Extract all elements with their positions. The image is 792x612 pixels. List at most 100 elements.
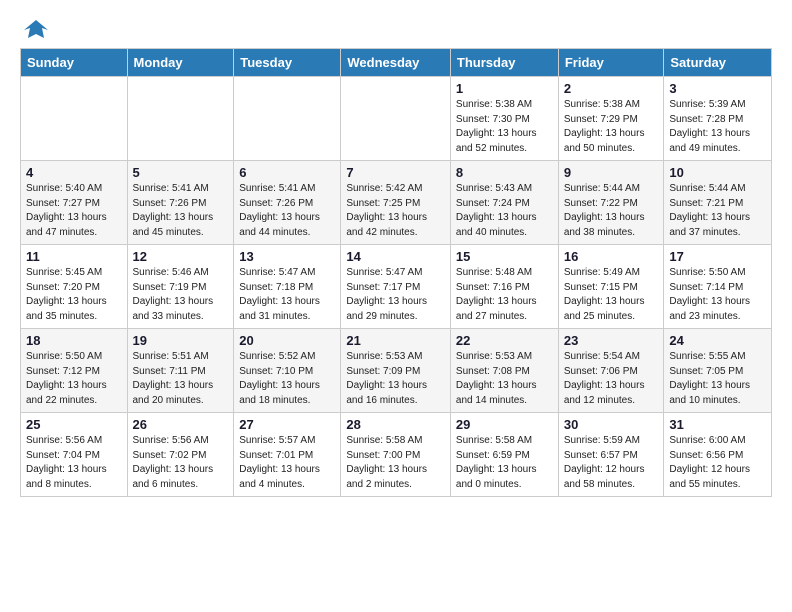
calendar-cell: 27Sunrise: 5:57 AMSunset: 7:01 PMDayligh…	[234, 413, 341, 497]
calendar-cell: 1 Sunrise: 5:38 AMSunset: 7:30 PMDaylight…	[450, 77, 558, 161]
day-number: 19	[133, 333, 229, 348]
calendar-header-row: SundayMondayTuesdayWednesdayThursdayFrid…	[21, 49, 772, 77]
day-info: Sunrise: 5:55 AMSunset: 7:05 PMDaylight:…	[669, 350, 766, 408]
day-info: Sunrise: 5:50 AMSunset: 7:12 PMDaylight:…	[26, 350, 122, 408]
day-info: Sunrise: 5:53 AMSunset: 7:09 PMDaylight:…	[346, 350, 445, 408]
day-info: Sunrise: 5:38 AMSunset: 7:30 PMDaylight:…	[456, 98, 553, 156]
calendar-cell: 15Sunrise: 5:48 AMSunset: 7:16 PMDayligh…	[450, 245, 558, 329]
day-info: Sunrise: 5:45 AMSunset: 7:20 PMDaylight:…	[26, 266, 122, 324]
day-number: 3	[669, 81, 766, 96]
day-number: 15	[456, 249, 553, 264]
calendar-cell: 29 Sunrise: 5:58 AMSunset: 6:59 PMDayligh…	[450, 413, 558, 497]
calendar-cell: 21 Sunrise: 5:53 AMSunset: 7:09 PMDayligh…	[341, 329, 451, 413]
day-number: 7	[346, 165, 445, 180]
calendar-cell: 17 Sunrise: 5:50 AMSunset: 7:14 PMDayligh…	[664, 245, 772, 329]
day-number: 23	[564, 333, 659, 348]
logo	[20, 16, 50, 40]
calendar-cell: 2 Sunrise: 5:38 AMSunset: 7:29 PMDaylight…	[558, 77, 664, 161]
day-info: Sunrise: 5:39 AMSunset: 7:28 PMDaylight:…	[669, 98, 766, 156]
calendar-cell: 14 Sunrise: 5:47 AMSunset: 7:17 PMDayligh…	[341, 245, 451, 329]
calendar-header-saturday: Saturday	[664, 49, 772, 77]
calendar-cell: 25Sunrise: 5:56 AMSunset: 7:04 PMDayligh…	[21, 413, 128, 497]
day-info: Sunrise: 5:57 AMSunset: 7:01 PMDaylight:…	[239, 434, 335, 492]
day-info: Sunrise: 5:41 AMSunset: 7:26 PMDaylight:…	[239, 182, 335, 240]
day-number: 4	[26, 165, 122, 180]
day-number: 2	[564, 81, 659, 96]
day-info: Sunrise: 5:44 AMSunset: 7:22 PMDaylight:…	[564, 182, 659, 240]
day-info: Sunrise: 5:44 AMSunset: 7:21 PMDaylight:…	[669, 182, 766, 240]
calendar-cell: 8 Sunrise: 5:43 AMSunset: 7:24 PMDaylight…	[450, 161, 558, 245]
day-info: Sunrise: 5:46 AMSunset: 7:19 PMDaylight:…	[133, 266, 229, 324]
day-info: Sunrise: 5:47 AMSunset: 7:17 PMDaylight:…	[346, 266, 445, 324]
day-info: Sunrise: 5:50 AMSunset: 7:14 PMDaylight:…	[669, 266, 766, 324]
day-number: 11	[26, 249, 122, 264]
calendar-cell: 20 Sunrise: 5:52 AMSunset: 7:10 PMDayligh…	[234, 329, 341, 413]
day-number: 20	[239, 333, 335, 348]
calendar-cell: 24Sunrise: 5:55 AMSunset: 7:05 PMDayligh…	[664, 329, 772, 413]
day-number: 25	[26, 417, 122, 432]
day-number: 31	[669, 417, 766, 432]
calendar-header-thursday: Thursday	[450, 49, 558, 77]
day-number: 17	[669, 249, 766, 264]
calendar-cell: 9 Sunrise: 5:44 AMSunset: 7:22 PMDaylight…	[558, 161, 664, 245]
calendar-cell: 5 Sunrise: 5:41 AMSunset: 7:26 PMDaylight…	[127, 161, 234, 245]
calendar-week-4: 18 Sunrise: 5:50 AMSunset: 7:12 PMDayligh…	[21, 329, 772, 413]
calendar-cell	[234, 77, 341, 161]
calendar-cell: 7 Sunrise: 5:42 AMSunset: 7:25 PMDaylight…	[341, 161, 451, 245]
calendar-cell: 10 Sunrise: 5:44 AMSunset: 7:21 PMDayligh…	[664, 161, 772, 245]
calendar-cell	[21, 77, 128, 161]
day-number: 13	[239, 249, 335, 264]
day-number: 26	[133, 417, 229, 432]
calendar-cell: 22 Sunrise: 5:53 AMSunset: 7:08 PMDayligh…	[450, 329, 558, 413]
calendar-week-5: 25Sunrise: 5:56 AMSunset: 7:04 PMDayligh…	[21, 413, 772, 497]
day-number: 30	[564, 417, 659, 432]
day-info: Sunrise: 5:42 AMSunset: 7:25 PMDaylight:…	[346, 182, 445, 240]
calendar-week-2: 4 Sunrise: 5:40 AMSunset: 7:27 PMDaylight…	[21, 161, 772, 245]
day-info: Sunrise: 5:59 AMSunset: 6:57 PMDaylight:…	[564, 434, 659, 492]
calendar-week-3: 11 Sunrise: 5:45 AMSunset: 7:20 PMDayligh…	[21, 245, 772, 329]
calendar-week-1: 1 Sunrise: 5:38 AMSunset: 7:30 PMDaylight…	[21, 77, 772, 161]
day-info: Sunrise: 5:53 AMSunset: 7:08 PMDaylight:…	[456, 350, 553, 408]
calendar-cell	[341, 77, 451, 161]
calendar-cell: 30 Sunrise: 5:59 AMSunset: 6:57 PMDayligh…	[558, 413, 664, 497]
calendar-cell: 19Sunrise: 5:51 AMSunset: 7:11 PMDayligh…	[127, 329, 234, 413]
calendar-cell: 11 Sunrise: 5:45 AMSunset: 7:20 PMDayligh…	[21, 245, 128, 329]
day-number: 1	[456, 81, 553, 96]
day-number: 5	[133, 165, 229, 180]
day-number: 6	[239, 165, 335, 180]
calendar-cell: 6 Sunrise: 5:41 AMSunset: 7:26 PMDaylight…	[234, 161, 341, 245]
day-number: 28	[346, 417, 445, 432]
day-info: Sunrise: 5:43 AMSunset: 7:24 PMDaylight:…	[456, 182, 553, 240]
calendar-cell: 4 Sunrise: 5:40 AMSunset: 7:27 PMDaylight…	[21, 161, 128, 245]
calendar-cell: 18 Sunrise: 5:50 AMSunset: 7:12 PMDayligh…	[21, 329, 128, 413]
day-number: 22	[456, 333, 553, 348]
day-number: 8	[456, 165, 553, 180]
day-number: 9	[564, 165, 659, 180]
day-info: Sunrise: 5:52 AMSunset: 7:10 PMDaylight:…	[239, 350, 335, 408]
day-number: 29	[456, 417, 553, 432]
day-info: Sunrise: 6:00 AMSunset: 6:56 PMDaylight:…	[669, 434, 766, 492]
calendar-cell: 3 Sunrise: 5:39 AMSunset: 7:28 PMDaylight…	[664, 77, 772, 161]
calendar-header-sunday: Sunday	[21, 49, 128, 77]
page-header	[20, 16, 772, 40]
day-info: Sunrise: 5:49 AMSunset: 7:15 PMDaylight:…	[564, 266, 659, 324]
day-number: 14	[346, 249, 445, 264]
calendar-header-tuesday: Tuesday	[234, 49, 341, 77]
calendar-header-friday: Friday	[558, 49, 664, 77]
day-number: 10	[669, 165, 766, 180]
day-info: Sunrise: 5:41 AMSunset: 7:26 PMDaylight:…	[133, 182, 229, 240]
calendar-cell	[127, 77, 234, 161]
calendar-header-wednesday: Wednesday	[341, 49, 451, 77]
day-info: Sunrise: 5:40 AMSunset: 7:27 PMDaylight:…	[26, 182, 122, 240]
day-number: 16	[564, 249, 659, 264]
calendar-cell: 31 Sunrise: 6:00 AMSunset: 6:56 PMDayligh…	[664, 413, 772, 497]
logo-bird-icon	[22, 16, 50, 44]
calendar-cell: 28Sunrise: 5:58 AMSunset: 7:00 PMDayligh…	[341, 413, 451, 497]
day-number: 21	[346, 333, 445, 348]
day-info: Sunrise: 5:56 AMSunset: 7:02 PMDaylight:…	[133, 434, 229, 492]
calendar-header-monday: Monday	[127, 49, 234, 77]
day-info: Sunrise: 5:47 AMSunset: 7:18 PMDaylight:…	[239, 266, 335, 324]
day-info: Sunrise: 5:58 AMSunset: 6:59 PMDaylight:…	[456, 434, 553, 492]
day-number: 18	[26, 333, 122, 348]
day-info: Sunrise: 5:38 AMSunset: 7:29 PMDaylight:…	[564, 98, 659, 156]
